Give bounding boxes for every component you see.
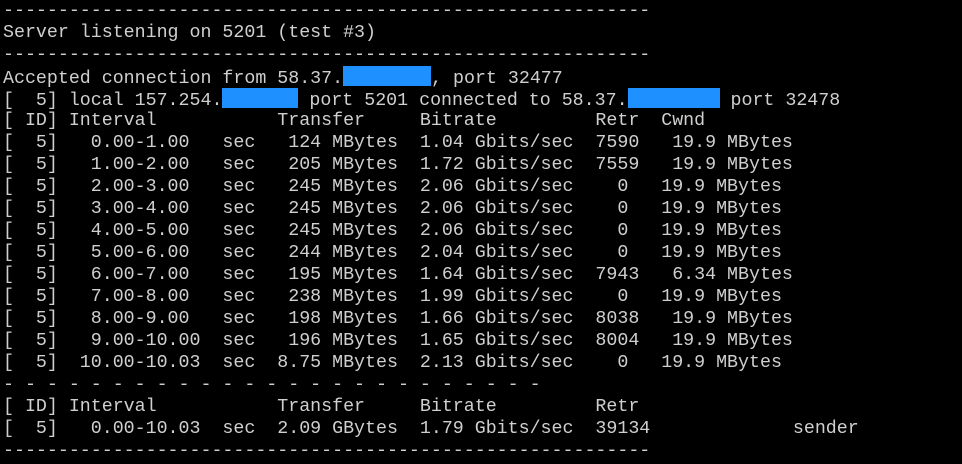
separator-line: ----------------------------------------… [3,1,651,21]
accepted-suffix: , port 32477 [431,69,563,89]
table-row: [ 5] 9.00-10.00 sec 196 MBytes 1.65 Gbit… [3,331,793,351]
table-row: [ 5] 6.00-7.00 sec 195 MBytes 1.64 Gbits… [3,265,793,285]
table-header: [ ID] Interval Transfer Bitrate Retr Cwn… [3,111,706,131]
summary-row: [ 5] 0.00-10.03 sec 2.09 GBytes 1.79 Gbi… [3,419,859,439]
table-row: [ 5] 0.00-1.00 sec 124 MBytes 1.04 Gbits… [3,133,793,153]
separator-line: ----------------------------------------… [3,441,651,461]
table-row: [ 5] 4.00-5.00 sec 245 MBytes 2.06 Gbits… [3,221,782,241]
table-row: [ 5] 8.00-9.00 sec 198 MBytes 1.66 Gbits… [3,309,793,329]
accepted-connection-line: Accepted connection from 58.37. , port 32… [3,66,563,89]
table-row: [ 5] 10.00-10.03 sec 8.75 MBytes 2.13 Gb… [3,353,782,373]
connection-info-line: [ 5] local 157.254. port 5201 connected … [3,88,841,111]
redacted-ip-block [343,66,432,86]
redacted-ip-block [627,88,720,108]
terminal-window[interactable]: ----------------------------------------… [0,0,962,464]
server-listening-line: Server listening on 5201 (test #3) [3,23,376,43]
conn-middle: port 5201 connected to 58.37. [298,91,628,111]
table-row: [ 5] 2.00-3.00 sec 245 MBytes 2.06 Gbits… [3,177,782,197]
table-row: [ 5] 3.00-4.00 sec 245 MBytes 2.06 Gbits… [3,199,782,219]
table-row: [ 5] 7.00-8.00 sec 238 MBytes 1.99 Gbits… [3,287,782,307]
redacted-ip-block [222,88,299,108]
conn-suffix: port 32478 [719,91,841,111]
conn-prefix: [ 5] local 157.254. [3,91,223,111]
table-row: [ 5] 1.00-2.00 sec 205 MBytes 1.72 Gbits… [3,155,793,175]
separator-line: ----------------------------------------… [3,45,651,65]
table-row: [ 5] 5.00-6.00 sec 244 MBytes 2.04 Gbits… [3,243,782,263]
accepted-prefix: Accepted connection from 58.37. [3,69,344,89]
summary-header: [ ID] Interval Transfer Bitrate Retr [3,397,640,417]
dashed-separator-line: - - - - - - - - - - - - - - - - - - - - … [3,375,541,395]
